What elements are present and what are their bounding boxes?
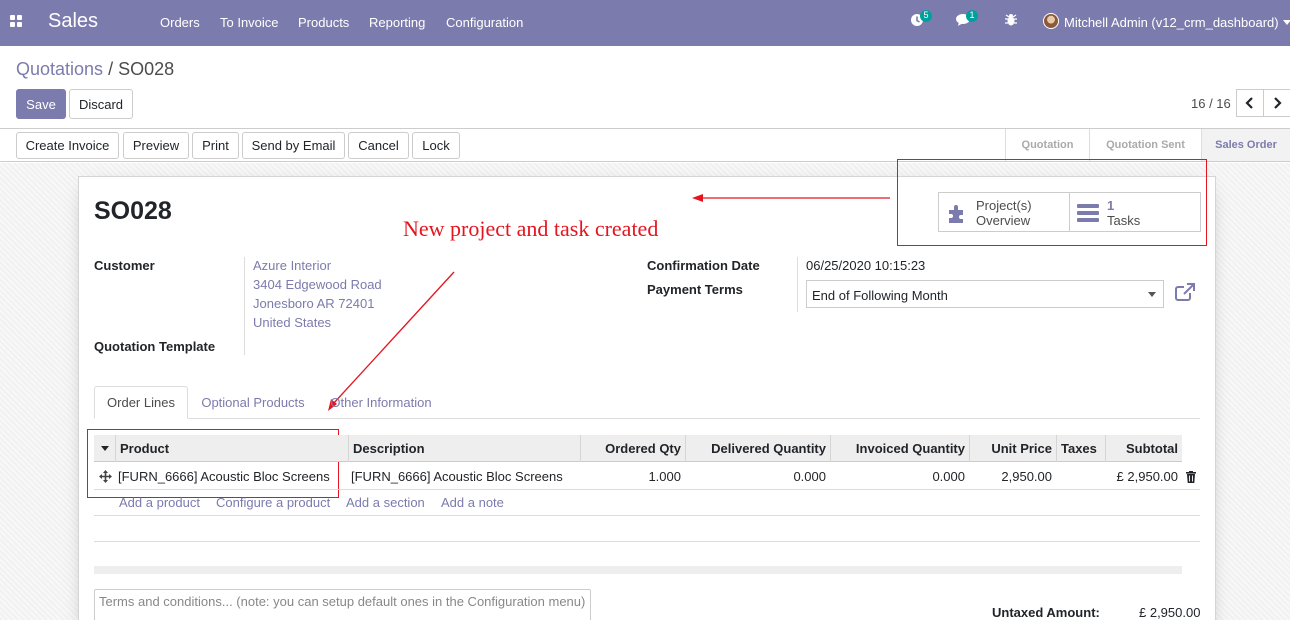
- cell-taxes[interactable]: [1056, 463, 1105, 490]
- order-lines-footer: [94, 566, 1182, 574]
- untaxed-amount-label: Untaxed Amount:: [992, 605, 1100, 620]
- quotation-template-label: Quotation Template: [94, 339, 216, 354]
- address-city[interactable]: Jonesboro AR 72401: [253, 296, 374, 311]
- terms-and-conditions-field[interactable]: Terms and conditions... (note: you can s…: [94, 589, 591, 620]
- drag-handle-icon[interactable]: [94, 463, 116, 490]
- tab-other-information[interactable]: Other Information: [322, 386, 440, 419]
- header-invoiced-qty[interactable]: Invoiced Quantity: [830, 435, 969, 462]
- address-divider: [244, 257, 245, 355]
- projects-overview-label: Project(s) Overview: [976, 198, 1032, 228]
- untaxed-amount-value: £ 2,950.00: [1139, 605, 1201, 620]
- column-sort-handle[interactable]: [94, 435, 116, 462]
- table-row[interactable]: [FURN_6666] Acoustic Bloc Screens [FURN_…: [94, 463, 1200, 490]
- cell-subtotal: £ 2,950.00: [1116, 469, 1178, 484]
- cell-ordered-qty[interactable]: 1.000: [580, 463, 685, 490]
- tasks-label: 1 Tasks: [1107, 198, 1141, 228]
- order-lines-header: Product Description Ordered Qty Delivere…: [94, 435, 1182, 462]
- confirmation-date-label: Confirmation Date: [647, 258, 760, 273]
- payment-terms-select[interactable]: End of Following Month: [806, 280, 1164, 308]
- address-country[interactable]: United States: [253, 315, 331, 330]
- customer-label: Customer: [94, 258, 155, 273]
- cell-product[interactable]: [FURN_6666] Acoustic Bloc Screens: [114, 463, 350, 490]
- tasks-list-icon: [1077, 204, 1099, 222]
- header-delivered-qty[interactable]: Delivered Quantity: [685, 435, 830, 462]
- external-link-icon[interactable]: [1175, 283, 1195, 301]
- header-product[interactable]: Product: [115, 435, 348, 462]
- header-ordered-qty[interactable]: Ordered Qty: [580, 435, 685, 462]
- puzzle-icon: [949, 205, 963, 223]
- customer-name-link[interactable]: Azure Interior: [253, 258, 331, 273]
- table-row-empty: [94, 490, 1200, 516]
- value-divider: [797, 257, 798, 312]
- cell-delivered-qty[interactable]: 0.000: [685, 463, 830, 490]
- tab-order-lines[interactable]: Order Lines: [94, 386, 188, 419]
- cell-description[interactable]: [FURN_6666] Acoustic Bloc Screens: [347, 463, 580, 490]
- tasks-button[interactable]: 1 Tasks: [1069, 192, 1201, 232]
- trash-icon[interactable]: [1182, 463, 1200, 490]
- address-street[interactable]: 3404 Edgewood Road: [253, 277, 382, 292]
- chevron-down-icon: [1148, 292, 1156, 297]
- header-subtotal[interactable]: Subtotal: [1105, 435, 1182, 462]
- cell-invoiced-qty: 0.000: [932, 469, 965, 484]
- caret-down-icon: [101, 446, 109, 451]
- payment-terms-label: Payment Terms: [647, 282, 743, 297]
- payment-terms-value: End of Following Month: [812, 288, 948, 303]
- header-description[interactable]: Description: [348, 435, 580, 462]
- table-row-empty: [94, 516, 1200, 542]
- tab-optional-products[interactable]: Optional Products: [192, 386, 314, 419]
- cell-unit-price[interactable]: 2,950.00: [969, 463, 1056, 490]
- projects-overview-button[interactable]: Project(s) Overview: [938, 192, 1070, 232]
- header-unit-price[interactable]: Unit Price: [969, 435, 1056, 462]
- header-taxes[interactable]: Taxes: [1056, 435, 1105, 462]
- confirmation-date-value: 06/25/2020 10:15:23: [806, 258, 926, 273]
